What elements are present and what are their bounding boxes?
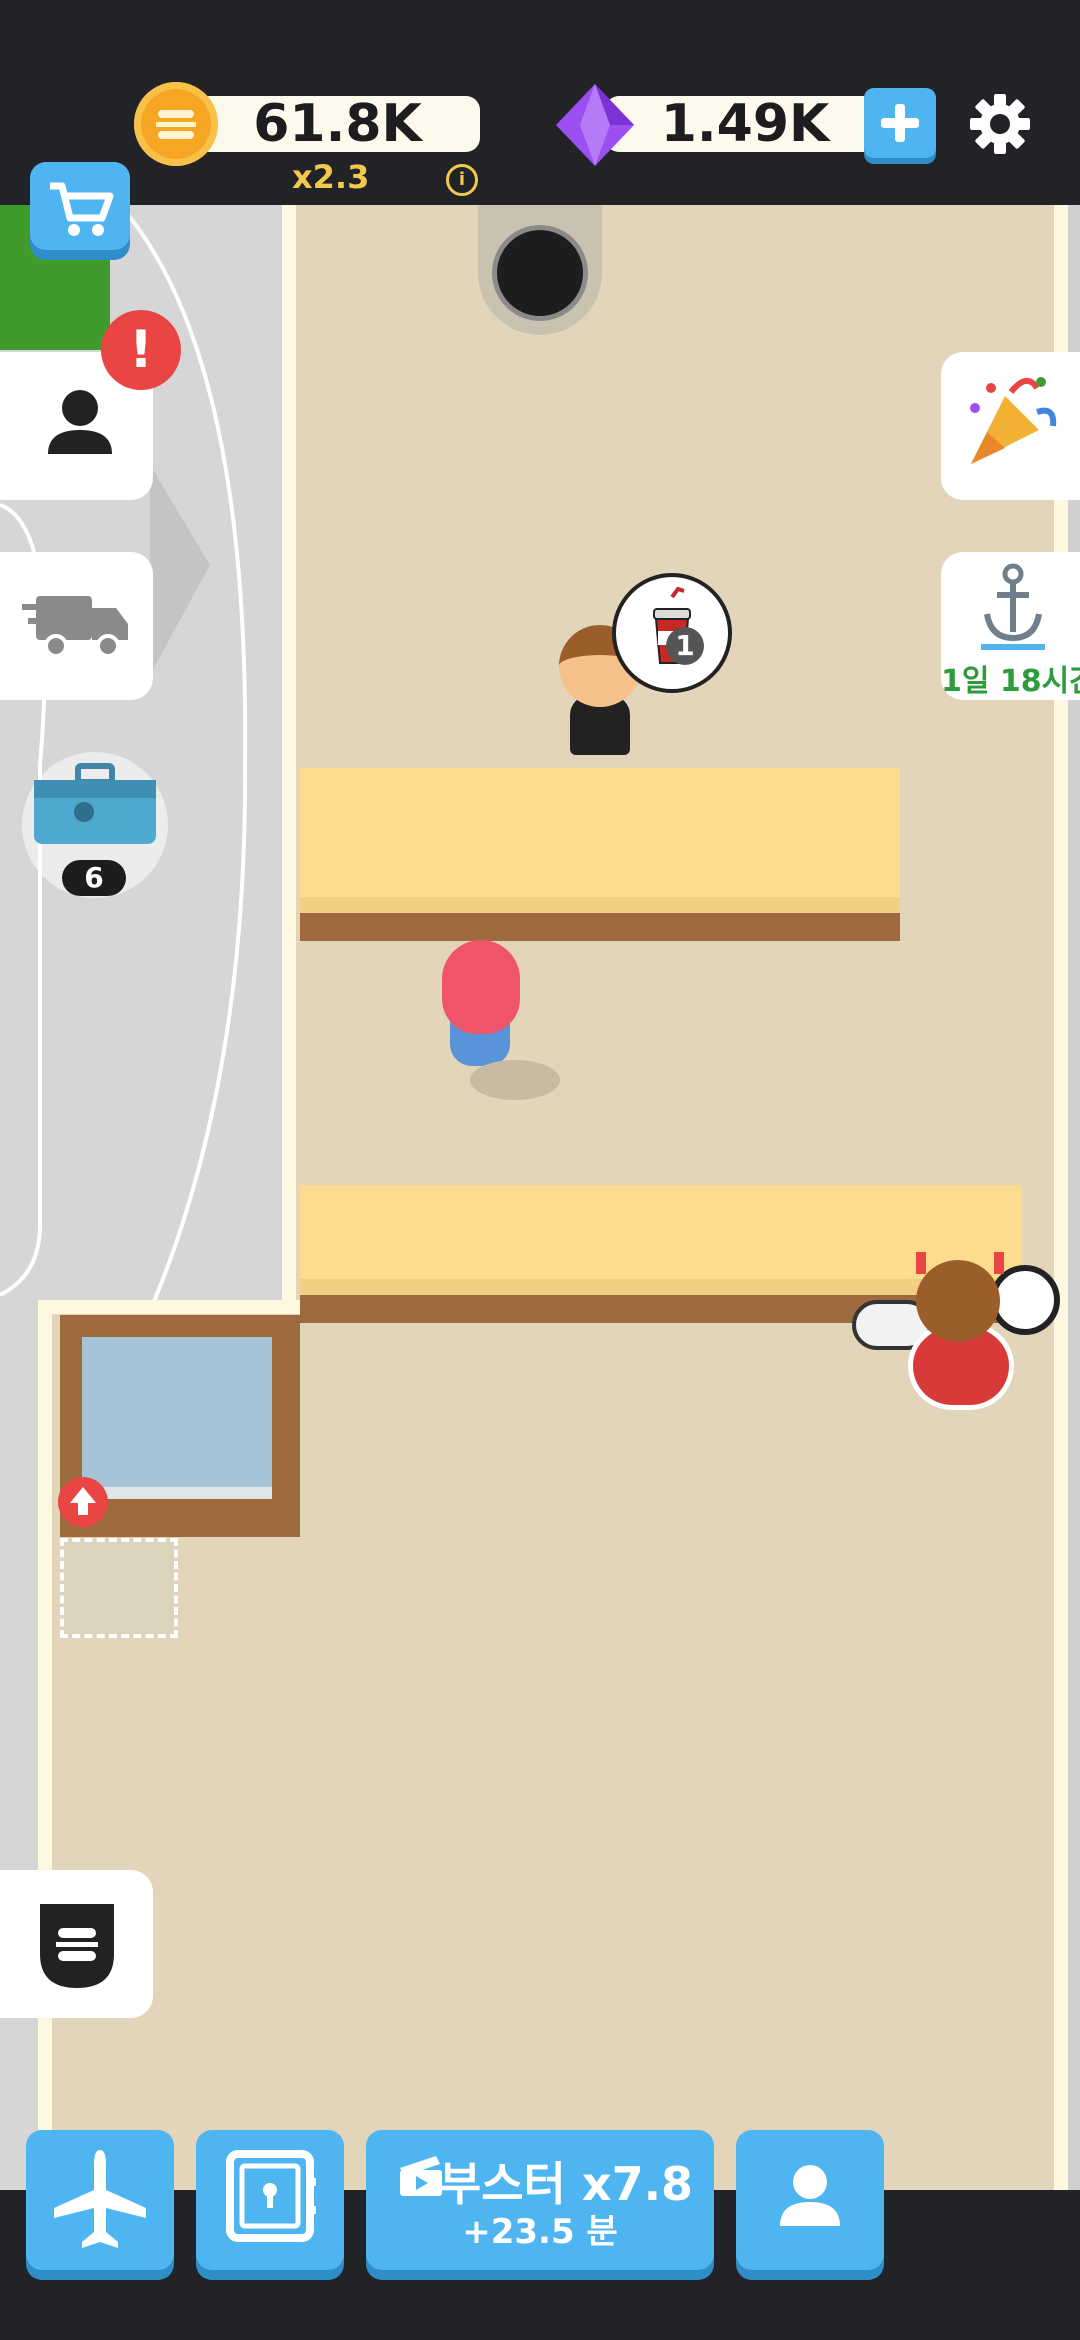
player-shadow	[470, 1060, 560, 1100]
travel-button[interactable]	[26, 2130, 174, 2270]
add-gems-button[interactable]	[864, 88, 936, 158]
profile-icon	[780, 2165, 840, 2226]
order-bubble: 1	[612, 573, 732, 693]
player-character	[440, 940, 530, 1070]
toolbox-button[interactable]: 6	[22, 752, 168, 898]
gear-icon	[970, 94, 1030, 154]
counter-top	[300, 768, 900, 941]
profile-button[interactable]	[736, 2130, 884, 2270]
game-area[interactable]: 1	[0, 205, 1080, 2190]
party-popper-icon	[970, 377, 1057, 464]
anchor-event-button[interactable]: 1일 18시간	[941, 552, 1080, 700]
income-multiplier: x2.3	[292, 158, 370, 196]
drain	[478, 205, 602, 335]
customer-character	[900, 1252, 1022, 1410]
shop-cart-button[interactable]	[30, 162, 130, 250]
booster-button[interactable]: 부스터 x7.8 +23.5 분	[366, 2130, 714, 2270]
delivery-truck-icon	[22, 596, 128, 658]
party-event-button[interactable]	[941, 352, 1080, 500]
alert-icon: !	[101, 310, 181, 390]
event-timer: 1일 18시간	[941, 664, 1080, 699]
airplane-icon	[54, 2150, 146, 2248]
gem-counter[interactable]: 1.49K	[605, 94, 885, 154]
order-count-badge: 1	[666, 627, 704, 665]
plus-icon	[881, 104, 919, 142]
info-icon[interactable]: i	[446, 164, 478, 196]
cart-icon	[50, 182, 114, 236]
gem-amount: 1.49K	[660, 94, 830, 154]
upgrade-arrow-icon[interactable]	[58, 1477, 108, 1527]
anchor-icon	[981, 563, 1045, 650]
safe-icon	[226, 2150, 316, 2242]
booster-time: +23.5 분	[462, 2212, 618, 2252]
burger-badge-button[interactable]	[0, 1870, 153, 2018]
coin-amount: 61.8K	[253, 94, 422, 154]
burger-badge-icon	[40, 1904, 114, 1988]
delivery-button[interactable]	[0, 552, 153, 700]
toolbox-count-badge: 6	[62, 860, 126, 896]
coin-counter[interactable]: 61.8K	[195, 94, 480, 154]
safe-button[interactable]	[196, 2130, 344, 2270]
settings-button[interactable]	[968, 92, 1032, 156]
gem-icon	[550, 80, 640, 170]
coin-icon	[134, 82, 218, 166]
empty-build-slot[interactable]	[60, 1538, 178, 1638]
